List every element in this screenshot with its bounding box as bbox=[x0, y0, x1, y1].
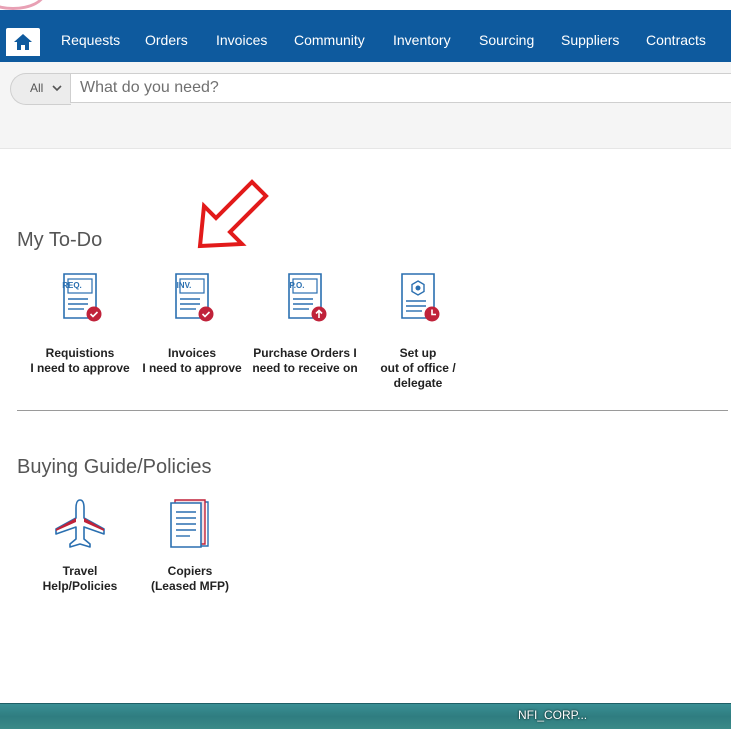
desktop-taskbar: NFI_CORP... bbox=[0, 703, 731, 729]
icon-text: REQ. bbox=[62, 281, 82, 290]
purchase-order-document-icon bbox=[288, 273, 327, 322]
documents-stack-icon bbox=[170, 499, 209, 548]
tile-label-line1: Travel bbox=[62, 564, 98, 578]
search-input[interactable] bbox=[71, 74, 731, 102]
guide-copiers-tile[interactable]: Copiers (Leased MFP) bbox=[132, 498, 248, 594]
search-scope-label: All bbox=[30, 81, 44, 95]
red-arrow-annotation bbox=[197, 179, 269, 249]
airplane-icon bbox=[55, 499, 105, 548]
guide-travel-tile[interactable]: Travel Help/Policies bbox=[22, 498, 138, 594]
buying-guide-title: Buying Guide/Policies bbox=[17, 456, 212, 478]
home-icon bbox=[14, 34, 32, 50]
nav-sourcing[interactable]: Sourcing bbox=[479, 10, 534, 62]
todo-invoices-tile[interactable]: INV. Invoices I need to approve bbox=[134, 272, 250, 382]
search-field[interactable] bbox=[70, 73, 731, 103]
nav-inventory[interactable]: Inventory bbox=[393, 10, 451, 62]
home-button[interactable] bbox=[6, 28, 40, 56]
tile-label-line1: Purchase Orders I bbox=[253, 346, 357, 360]
tile-label-line2: I need to approve bbox=[142, 361, 242, 375]
logo-icon bbox=[0, 0, 46, 10]
out-of-office-document-icon bbox=[401, 273, 440, 322]
tile-label-line1: Set up bbox=[399, 346, 437, 360]
todo-requisitions-tile[interactable]: REQ. Requistions I need to approve bbox=[22, 272, 138, 382]
tile-label-line2: Help/Policies bbox=[42, 579, 118, 593]
nav-contracts[interactable]: Contracts bbox=[646, 10, 706, 62]
tile-label-line2: need to receive on bbox=[252, 361, 358, 375]
tile-label-line1: Requistions bbox=[45, 346, 115, 360]
nav-orders[interactable]: Orders bbox=[145, 10, 188, 62]
icon-text: INV. bbox=[176, 281, 192, 290]
requisition-document-icon bbox=[63, 273, 102, 322]
invoice-document-icon bbox=[175, 273, 214, 322]
todo-out-of-office-tile[interactable]: Set up out of office / delegate bbox=[360, 272, 476, 392]
tile-label-line2: out of office / bbox=[380, 361, 456, 375]
top-strip bbox=[0, 0, 731, 10]
my-todo-title: My To-Do bbox=[17, 229, 103, 251]
tile-label-line2: I need to approve bbox=[30, 361, 130, 375]
chevron-down-icon bbox=[52, 85, 62, 92]
nav-requests[interactable]: Requests bbox=[61, 10, 120, 62]
todo-purchase-orders-tile[interactable]: P.O. Purchase Orders I need to receive o… bbox=[247, 272, 363, 382]
icon-text: P.O. bbox=[289, 281, 305, 290]
nav-suppliers[interactable]: Suppliers bbox=[561, 10, 619, 62]
taskbar-label[interactable]: NFI_CORP... bbox=[518, 708, 587, 722]
search-scope-dropdown[interactable]: All bbox=[10, 73, 71, 105]
top-navigation: Requests Orders Invoices Community Inven… bbox=[0, 10, 731, 62]
tile-label-line2: (Leased MFP) bbox=[150, 579, 229, 593]
tile-label-line1: Copiers bbox=[167, 564, 213, 578]
search-bar-area: All bbox=[0, 62, 731, 149]
nav-community[interactable]: Community bbox=[294, 10, 365, 62]
tile-label-line3: delegate bbox=[393, 376, 443, 390]
section-divider bbox=[17, 410, 728, 411]
nav-invoices[interactable]: Invoices bbox=[216, 10, 267, 62]
tile-label-line1: Invoices bbox=[167, 346, 217, 360]
